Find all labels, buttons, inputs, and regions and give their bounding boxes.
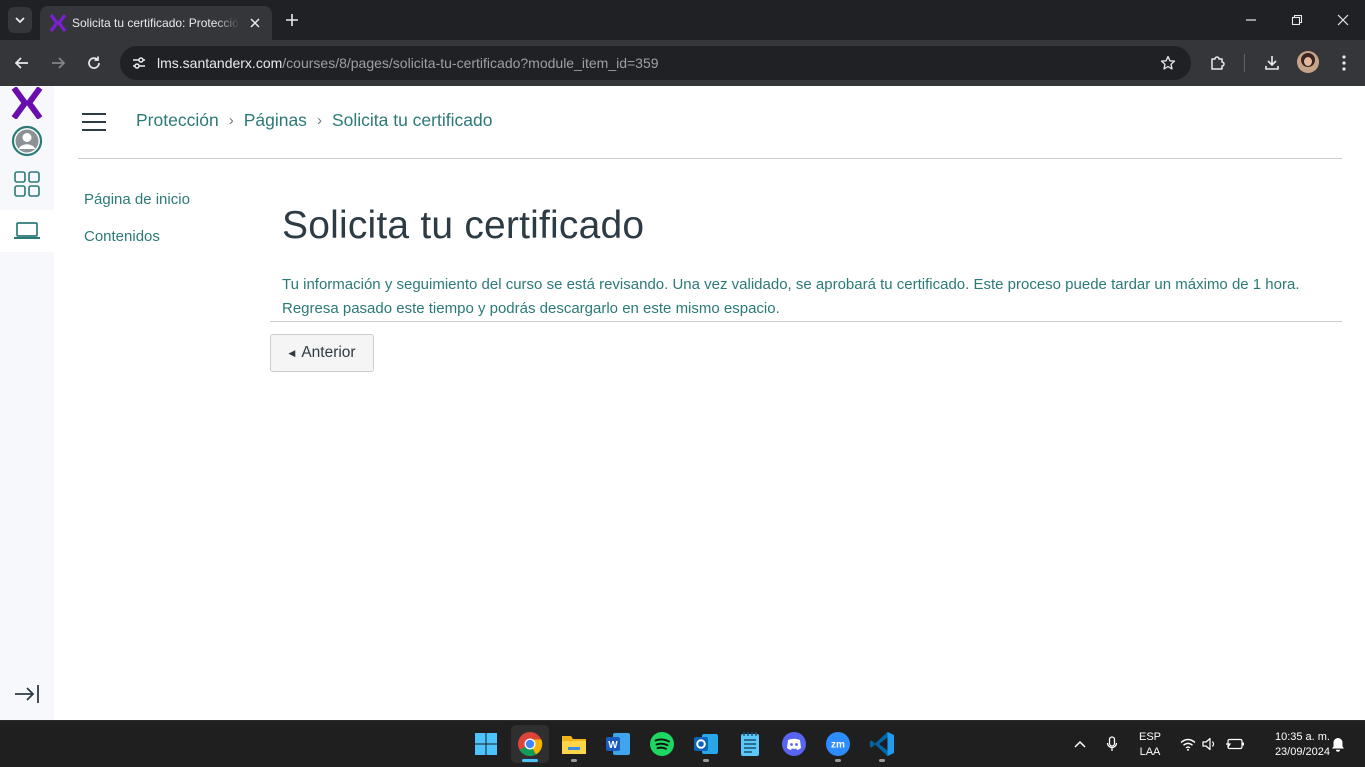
nav-dashboard[interactable] — [0, 166, 54, 202]
laptop-icon — [14, 222, 40, 239]
downloads-button[interactable] — [1258, 49, 1286, 77]
course-menu-toggle-icon[interactable] — [82, 113, 110, 135]
volume-icon[interactable] — [1198, 733, 1220, 755]
puzzle-icon — [1211, 56, 1225, 70]
nav-account[interactable] — [0, 122, 54, 160]
dashboard-grid-icon — [14, 171, 40, 197]
breadcrumb: Protección › Páginas › Solicita tu certi… — [136, 110, 492, 131]
chevron-right-icon: › — [228, 112, 234, 129]
restore-window-button[interactable] — [1283, 6, 1311, 34]
notification-bell-icon[interactable] — [1327, 733, 1349, 755]
chevron-up-icon[interactable] — [1069, 733, 1091, 755]
address-bar[interactable]: lms.santanderx.com/courses/8/pages/solic… — [120, 46, 1191, 80]
bookmark-star-icon[interactable] — [1155, 50, 1181, 76]
running-app-indicator — [879, 759, 885, 762]
keyboard-layout: LAA — [1139, 746, 1161, 758]
new-tab-button[interactable] — [280, 8, 304, 32]
outlook-app-icon[interactable] — [687, 725, 725, 763]
user-avatar-icon — [11, 125, 43, 157]
breadcrumb-course[interactable]: Protección — [136, 110, 219, 131]
breadcrumb-current[interactable]: Solicita tu certificado — [332, 110, 493, 131]
wifi-icon[interactable] — [1177, 733, 1199, 755]
file-explorer-icon[interactable] — [555, 725, 593, 763]
running-app-indicator — [835, 759, 841, 762]
minimize-icon — [1246, 19, 1256, 21]
course-nav-home[interactable]: Página de inicio — [84, 190, 190, 227]
url-path: /courses/8/pages/solicita-tu-certificado… — [282, 55, 659, 71]
tab-title: Solicita tu certificado: Protección — [72, 16, 240, 30]
santanderx-logo-icon[interactable] — [0, 86, 54, 120]
course-navigation: Página de inicio Contenidos — [84, 190, 190, 264]
global-navigation — [0, 86, 54, 720]
vscode-app-icon[interactable] — [863, 725, 901, 763]
chevron-down-icon — [15, 17, 25, 24]
caret-left-icon: ◀ — [288, 347, 296, 358]
url-text: lms.santanderx.com/courses/8/pages/solic… — [157, 55, 659, 71]
course-header: Protección › Páginas › Solicita tu certi… — [78, 86, 1342, 159]
chevron-right-icon: › — [316, 112, 322, 129]
browser-toolbar: lms.santanderx.com/courses/8/pages/solic… — [0, 40, 1365, 86]
breadcrumb-pages[interactable]: Páginas — [244, 110, 307, 131]
page-title: Solicita tu certificado — [282, 204, 645, 247]
forward-button[interactable] — [44, 49, 72, 77]
previous-button-label: Anterior — [301, 344, 356, 361]
nav-courses[interactable] — [0, 210, 54, 252]
windows-taskbar: W zm ESP LAA 10:35 a. m. 23/09/2024 — [0, 720, 1365, 767]
svg-text:zm: zm — [831, 740, 845, 751]
previous-button[interactable]: ◀ Anterior — [270, 334, 374, 372]
collapse-nav-button[interactable] — [0, 678, 54, 710]
word-app-icon[interactable]: W — [599, 725, 637, 763]
download-icon — [1265, 56, 1279, 70]
clock-time: 10:35 a. m. — [1274, 731, 1330, 743]
toolbar-separator — [1244, 54, 1245, 72]
running-app-indicator — [703, 759, 709, 762]
profile-avatar[interactable] — [1297, 51, 1319, 73]
santanderx-favicon-icon — [48, 13, 68, 33]
svg-text:W: W — [608, 740, 618, 751]
content-divider — [270, 321, 1342, 322]
arrow-left-icon — [14, 57, 28, 69]
tab-close-icon[interactable] — [246, 14, 264, 32]
site-info-icon[interactable] — [126, 50, 152, 76]
spotify-app-icon[interactable] — [643, 725, 681, 763]
system-clock[interactable]: 10:35 a. m. 23/09/2024 — [1254, 730, 1330, 760]
back-button[interactable] — [8, 49, 36, 77]
minimize-window-button[interactable] — [1237, 6, 1265, 34]
browser-menu-button[interactable] — [1330, 49, 1358, 77]
arrow-right-icon — [52, 57, 66, 69]
active-app-indicator — [522, 759, 538, 762]
input-language-indicator[interactable]: ESP LAA — [1134, 730, 1166, 760]
active-tab[interactable]: Solicita tu certificado: Protección — [40, 6, 272, 40]
restore-icon — [1291, 14, 1303, 26]
battery-charging-icon[interactable] — [1224, 733, 1246, 755]
microphone-icon[interactable] — [1101, 733, 1123, 755]
windows-start-icon[interactable] — [467, 725, 505, 763]
discord-app-icon[interactable] — [775, 725, 813, 763]
running-app-indicator — [571, 759, 577, 762]
plus-icon — [286, 14, 298, 26]
clock-date: 23/09/2024 — [1274, 746, 1330, 758]
arrow-right-to-line-icon — [15, 685, 39, 703]
extensions-button[interactable] — [1204, 49, 1232, 77]
zoom-app-icon[interactable]: zm — [819, 725, 857, 763]
page-body-text: Tu información y seguimiento del curso s… — [282, 276, 1300, 317]
chrome-app-icon[interactable] — [511, 725, 549, 763]
url-host: lms.santanderx.com — [157, 55, 283, 71]
notepad-app-icon[interactable] — [731, 725, 769, 763]
close-icon — [1337, 14, 1349, 26]
language-code: ESP — [1138, 731, 1161, 743]
reload-icon — [88, 56, 100, 69]
tab-search-button[interactable] — [8, 7, 32, 33]
more-vertical-icon — [1342, 55, 1346, 71]
close-window-button[interactable] — [1329, 6, 1357, 34]
browser-tab-strip: Solicita tu certificado: Protección — [0, 0, 1365, 40]
reload-button[interactable] — [80, 49, 108, 77]
course-nav-contents[interactable]: Contenidos — [84, 227, 190, 264]
